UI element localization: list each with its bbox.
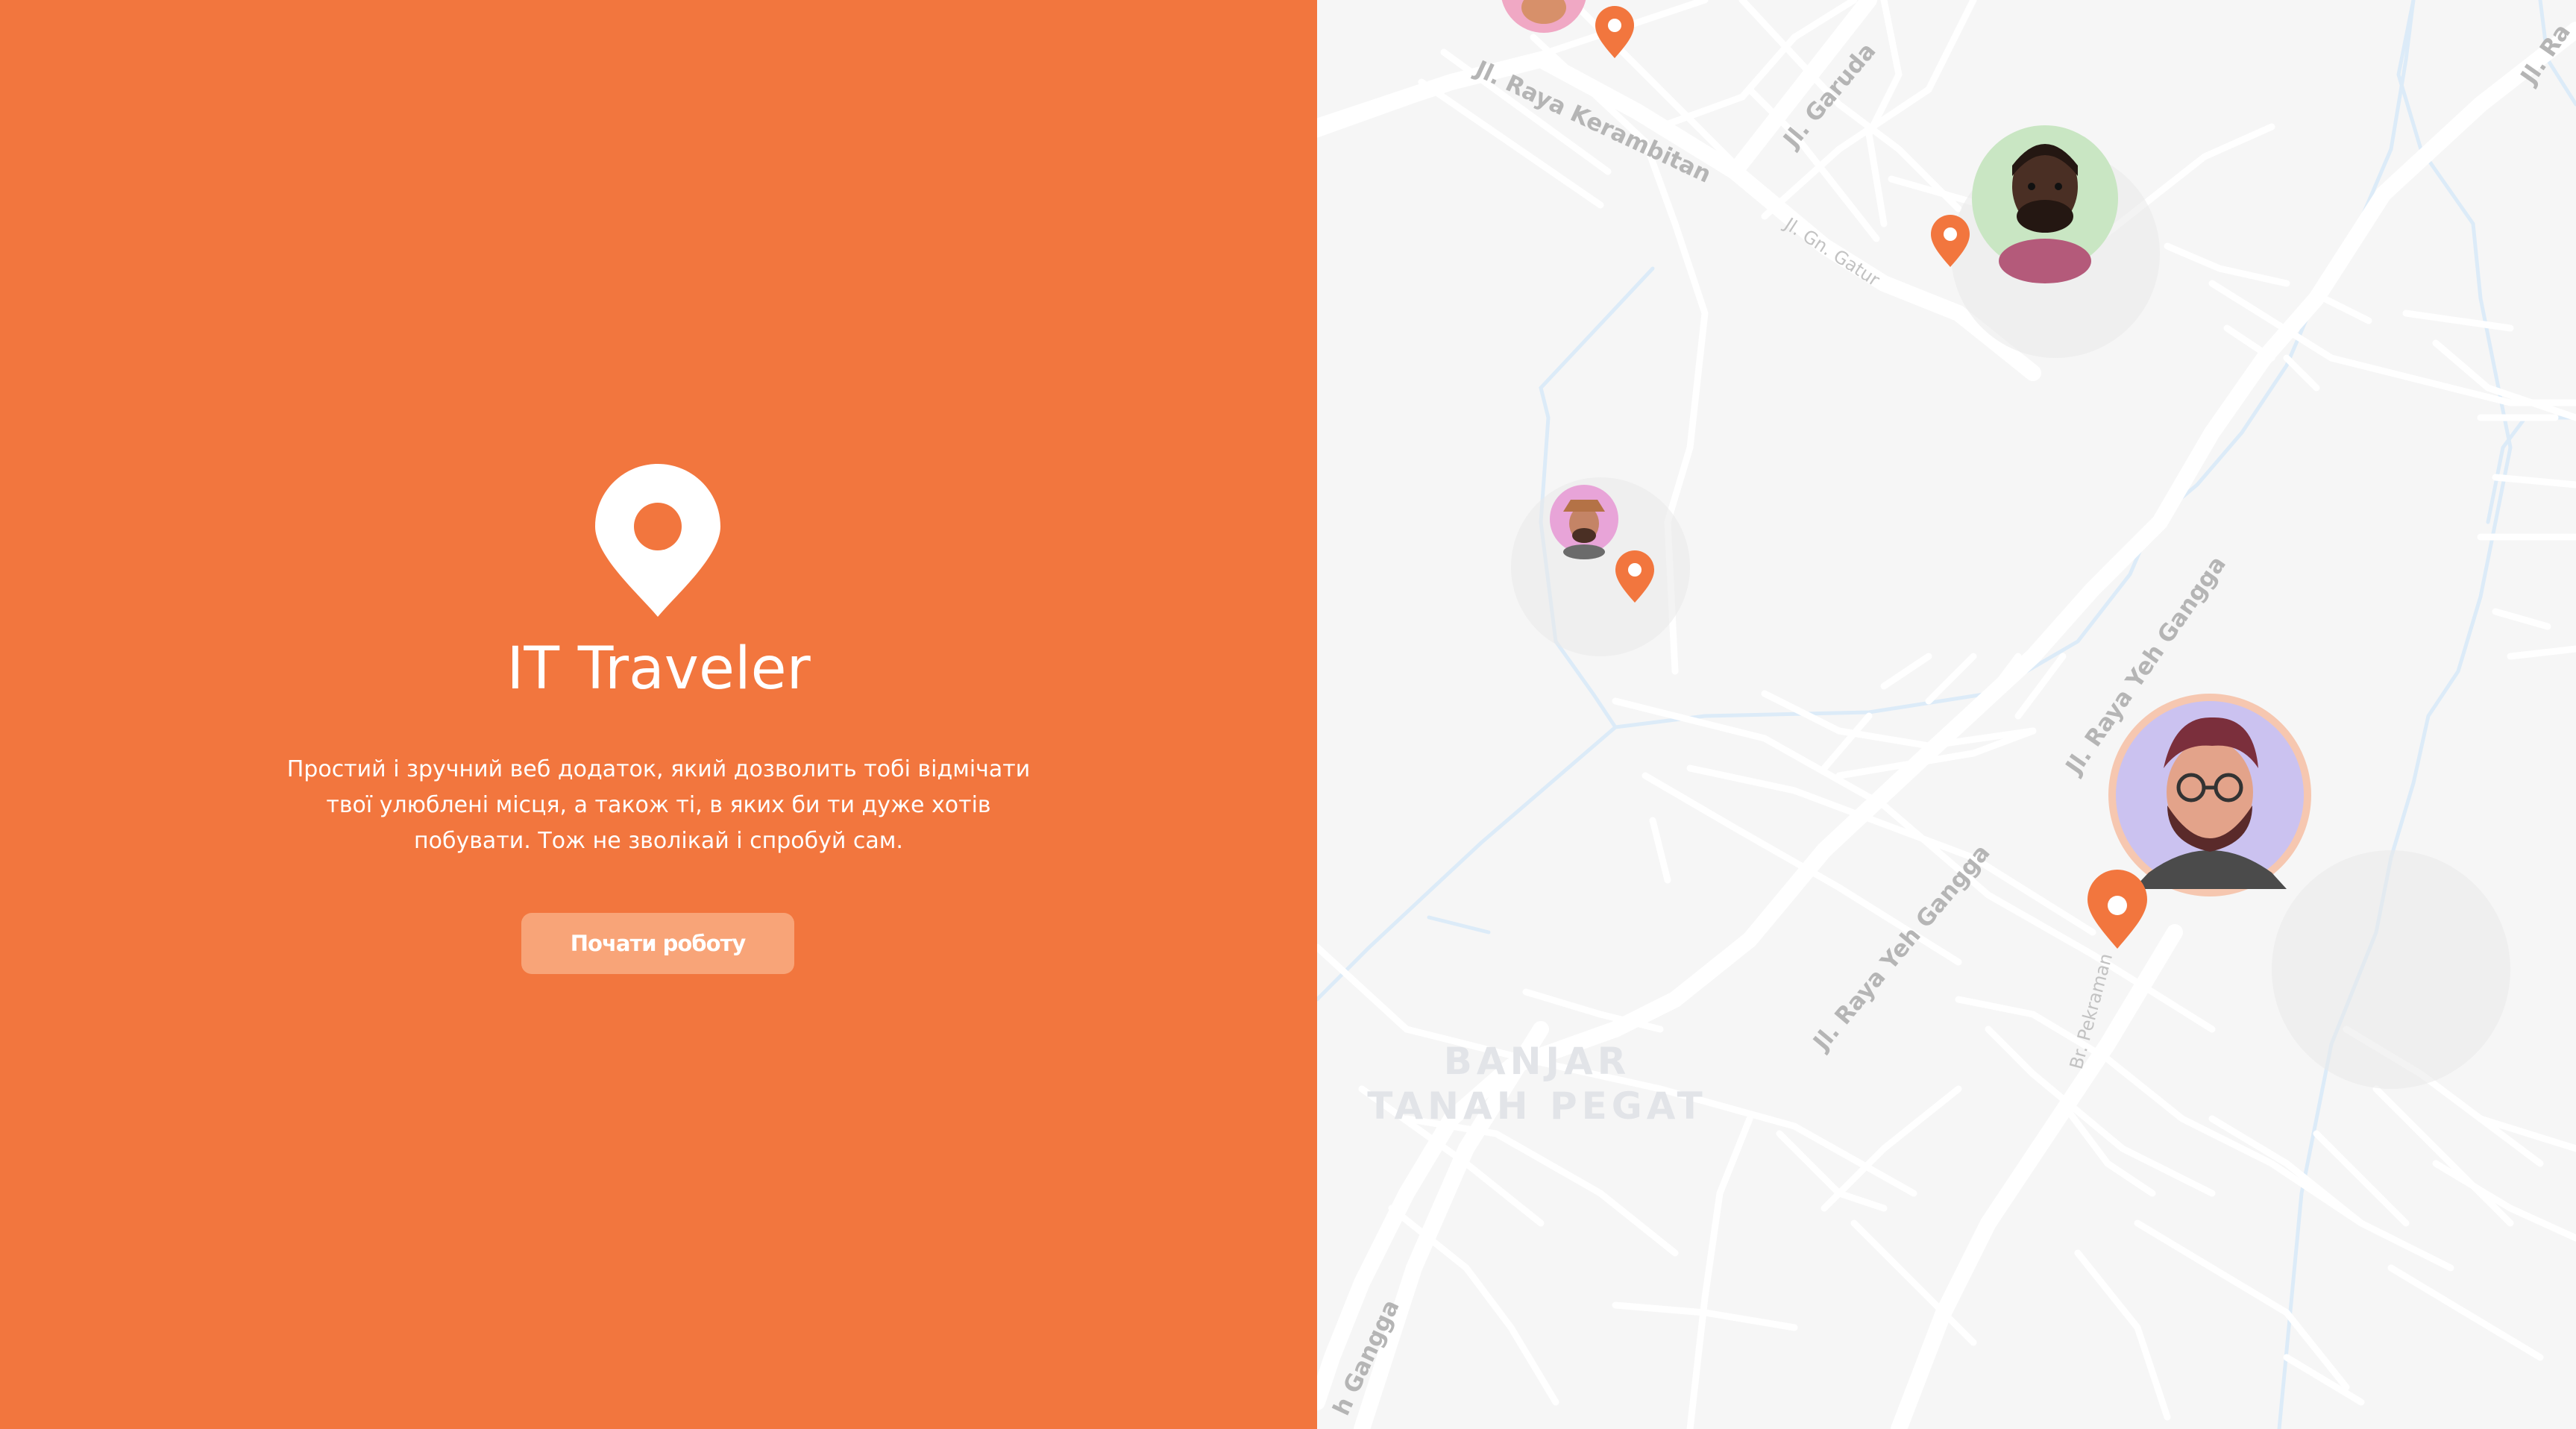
map-pin-icon: [595, 464, 720, 617]
map-pin-icon[interactable]: [1595, 6, 1634, 58]
rivers: [1317, 0, 2576, 1429]
avatar-marker[interactable]: [1501, 0, 1587, 33]
app-description: Простий і зручний веб додаток, який дозв…: [286, 756, 1031, 854]
app-title: IT Traveler: [506, 635, 811, 703]
map-canvas[interactable]: Jl. Raya Kerambitan Jl. Garuda Jl. Gn. G…: [1317, 0, 2576, 1429]
hero-panel: IT Traveler Простий і зручний веб додато…: [0, 0, 1317, 1429]
marker-shadows: [1511, 149, 2510, 1089]
main-roads: [1317, 0, 2576, 1429]
avatar-marker[interactable]: [2108, 694, 2311, 896]
area-label: BANJAR: [1444, 1040, 1630, 1083]
start-button[interactable]: Почати роботу: [521, 913, 794, 974]
street-label: Jl. Raya Yeh Gangga: [1807, 840, 1995, 1057]
area-label: TANAH PEGAT: [1367, 1084, 1706, 1128]
minor-roads: [1317, 0, 2576, 1429]
map-pin-icon[interactable]: [2087, 870, 2147, 949]
map-panel[interactable]: Jl. Raya Kerambitan Jl. Garuda Jl. Gn. G…: [1317, 0, 2576, 1429]
